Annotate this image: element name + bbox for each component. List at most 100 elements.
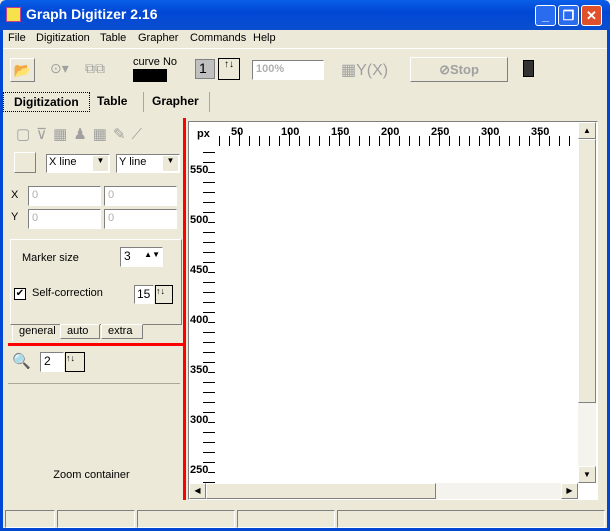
zoom-factor-input[interactable]: 2	[40, 352, 64, 372]
self-correction-spinner[interactable]: ↑↓	[155, 285, 173, 304]
ruler-unit: px	[197, 128, 210, 140]
self-correction-checkbox[interactable]: ✔	[14, 288, 26, 300]
menu-table[interactable]: Table	[100, 32, 126, 44]
select-region-button[interactable]	[14, 152, 36, 173]
ruler-x-label: 50	[231, 126, 244, 138]
ruler-tick	[469, 136, 470, 146]
self-correction-input[interactable]: 15	[134, 285, 154, 304]
ruler-tick	[203, 462, 215, 463]
marker-dropdown-icon: ⊙▾	[50, 60, 69, 76]
vertical-scrollbar[interactable]: ▲ ▼	[578, 122, 596, 483]
x2-field[interactable]: 0	[104, 186, 177, 206]
menu-commands[interactable]: Commands	[190, 32, 246, 44]
stop-label: Stop	[450, 62, 479, 77]
restore-button[interactable]: ❐	[558, 5, 579, 26]
menu-file[interactable]: File	[8, 32, 26, 44]
curve-color[interactable]	[133, 69, 167, 82]
y-line-select[interactable]: Y line ▼	[116, 154, 180, 173]
ruler-y-label: 550	[190, 164, 209, 176]
ruler-y-label: 250	[190, 464, 209, 476]
ruler-tick	[203, 312, 215, 313]
self-correction-label: Self-correction	[32, 287, 103, 299]
ruler-tick	[249, 136, 250, 146]
x1-field[interactable]: 0	[28, 186, 101, 206]
tab-digitization[interactable]: Digitization	[3, 92, 90, 112]
x-label: X	[11, 189, 19, 201]
menu-digitization[interactable]: Digitization	[36, 32, 90, 44]
ruler-tick	[409, 136, 410, 146]
ruler-x-label: 150	[331, 126, 350, 138]
ruler-y-label: 350	[190, 364, 209, 376]
scroll-thumb[interactable]	[578, 139, 596, 403]
curve-spinner[interactable]: ↑↓	[218, 58, 240, 80]
close-button[interactable]: ✕	[581, 5, 602, 26]
ruler-y-label: 300	[190, 414, 209, 426]
ruler-tick	[203, 192, 215, 193]
ruler-tick	[479, 136, 480, 146]
ruler-tick	[203, 432, 215, 433]
curve-number[interactable]: 1	[195, 59, 215, 79]
ruler-tick	[559, 136, 560, 146]
ruler-tick	[509, 136, 510, 146]
ruler-tick	[203, 412, 215, 413]
ruler-tick	[203, 282, 215, 283]
grid-icon: ▦	[341, 62, 357, 79]
yx-button[interactable]: ▦Y(X)	[341, 60, 388, 80]
ruler-tick	[203, 442, 215, 443]
ruler-tick	[203, 162, 215, 163]
status-panel	[237, 510, 335, 528]
ruler-tick	[203, 252, 215, 253]
scroll-left-button[interactable]: ◀	[189, 483, 206, 499]
x-line-select[interactable]: X line ▼	[46, 154, 110, 173]
ruler-tick	[203, 242, 215, 243]
splitter-horizontal[interactable]	[8, 343, 185, 346]
ruler-tick	[309, 136, 310, 146]
marker-size-input[interactable]: 3 ▲▼	[120, 247, 163, 267]
minimize-button[interactable]: _	[535, 5, 556, 26]
app-icon	[6, 7, 21, 22]
spin-icon: ▲▼	[144, 250, 160, 259]
marker-size-value: 3	[124, 249, 131, 263]
ruler-x-label: 250	[431, 126, 450, 138]
ruler-tick	[229, 136, 230, 146]
ruler-tick	[203, 182, 215, 183]
scroll-thumb[interactable]	[206, 483, 436, 499]
status-panel	[5, 510, 55, 528]
menu-help[interactable]: Help	[253, 32, 276, 44]
divider	[3, 48, 607, 49]
zoom-select[interactable]: 100%	[252, 60, 324, 80]
ruler-y-label: 500	[190, 214, 209, 226]
y-line-value: Y line	[119, 156, 147, 168]
status-panel	[57, 510, 135, 528]
ruler-tick	[203, 392, 215, 393]
stop-button[interactable]: ⊘Stop	[410, 57, 508, 82]
calculator-icon[interactable]	[523, 60, 534, 77]
scroll-down-button[interactable]: ▼	[578, 466, 596, 483]
chevron-down-icon: ▼	[93, 156, 108, 171]
ruler-tick	[569, 136, 570, 146]
yx-label: Y(X)	[356, 62, 389, 79]
subtab-general[interactable]: general	[12, 325, 60, 341]
ruler-y-label: 400	[190, 314, 209, 326]
scroll-right-button[interactable]: ▶	[561, 483, 578, 499]
ruler-tick	[259, 136, 260, 146]
subtab-extra[interactable]: extra	[101, 324, 143, 339]
status-panel	[137, 510, 235, 528]
tab-table[interactable]: Table	[85, 92, 145, 112]
tab-grapher[interactable]: Grapher	[142, 92, 210, 112]
zoom-factor-spinner[interactable]: ↑↓	[65, 352, 85, 372]
horizontal-scrollbar[interactable]: ◀ ▶	[189, 483, 578, 499]
splitter-vertical[interactable]	[183, 118, 186, 500]
ruler-tick	[269, 136, 270, 146]
ruler-tick	[519, 136, 520, 146]
menu-grapher[interactable]: Grapher	[138, 32, 178, 44]
scroll-up-button[interactable]: ▲	[578, 122, 596, 139]
open-folder-button[interactable]: 📂	[10, 58, 35, 82]
ruler-x-label: 300	[481, 126, 500, 138]
ruler-tick	[279, 136, 280, 146]
ruler-canvas[interactable]: px 50 100 150 200 250 300 350 550 500 450 400 350 30…	[189, 122, 578, 483]
ruler-x-label: 100	[281, 126, 300, 138]
y1-field[interactable]: 0	[28, 209, 101, 229]
subtab-auto[interactable]: auto	[60, 324, 100, 339]
y2-field[interactable]: 0	[104, 209, 177, 229]
